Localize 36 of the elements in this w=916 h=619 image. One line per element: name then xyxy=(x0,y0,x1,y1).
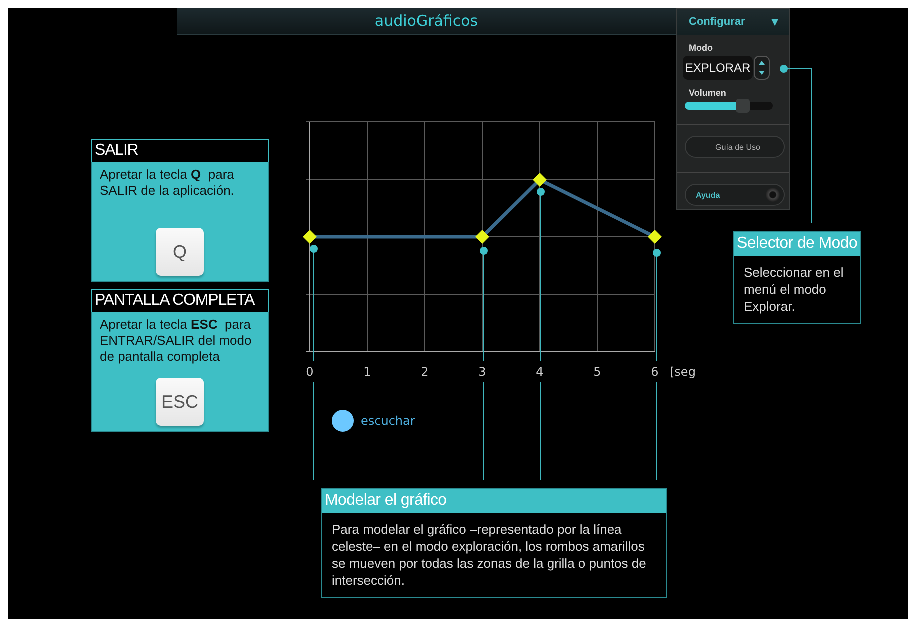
axis-label: 2 xyxy=(421,365,429,379)
callout-title: Modelar el gráfico xyxy=(322,489,666,513)
vertex-marker[interactable] xyxy=(533,173,547,187)
callout-title: SALIR xyxy=(91,139,269,162)
callout-text: Apretar la tecla Q para SALIR de la aplicación. xyxy=(99,166,236,200)
data-point-dot xyxy=(480,247,488,255)
vertex-marker[interactable] xyxy=(303,230,317,244)
keyboard-key: ESC xyxy=(156,378,204,426)
guide-button[interactable]: Guía de Uso xyxy=(685,136,785,158)
callout-text: Para modelar el gráfico –representado por la línea celeste– en el modo exploración, los rombos amarillos se mueven por todas las zonas de la grilla o puntos de intersección. xyxy=(331,521,648,590)
axis-label: 0 xyxy=(306,365,314,379)
data-point-dot xyxy=(653,249,661,257)
listen-button[interactable]: escuchar xyxy=(332,410,416,432)
data-point-dot xyxy=(310,245,318,253)
app-title: audioGráficos xyxy=(374,12,478,30)
axis-unit-label: [seg xyxy=(670,365,696,379)
vertex-marker[interactable] xyxy=(648,230,662,244)
spinner-icon[interactable] xyxy=(754,56,770,80)
help-button[interactable]: Ayuda xyxy=(685,184,785,206)
mode-label: Modo xyxy=(689,43,714,53)
vertex-marker[interactable] xyxy=(476,230,490,244)
callout-text: Apretar la tecla ESC para ENTRAR/SALIR del modo de pantalla completa xyxy=(99,316,253,366)
callout-text: Seleccionar en el menú el modo Explorar. xyxy=(743,264,845,316)
axis-label: 4 xyxy=(536,365,544,379)
keyboard-key: Q xyxy=(156,228,204,276)
volume-slider[interactable] xyxy=(685,102,773,110)
volume-label: Volumen xyxy=(689,88,728,98)
data-point-dot xyxy=(537,188,545,196)
axis-label: 3 xyxy=(478,365,486,379)
axis-label: 1 xyxy=(364,365,372,379)
axis-label: 5 xyxy=(594,365,602,379)
config-menu-header[interactable]: Configurar ▼ xyxy=(677,9,789,35)
mode-selector[interactable]: EXPLORAR xyxy=(683,56,753,80)
callout-title: PANTALLA COMPLETA xyxy=(91,289,269,312)
axis-label: 6 xyxy=(651,365,659,379)
callout-title: Selector de Modo xyxy=(734,232,860,256)
